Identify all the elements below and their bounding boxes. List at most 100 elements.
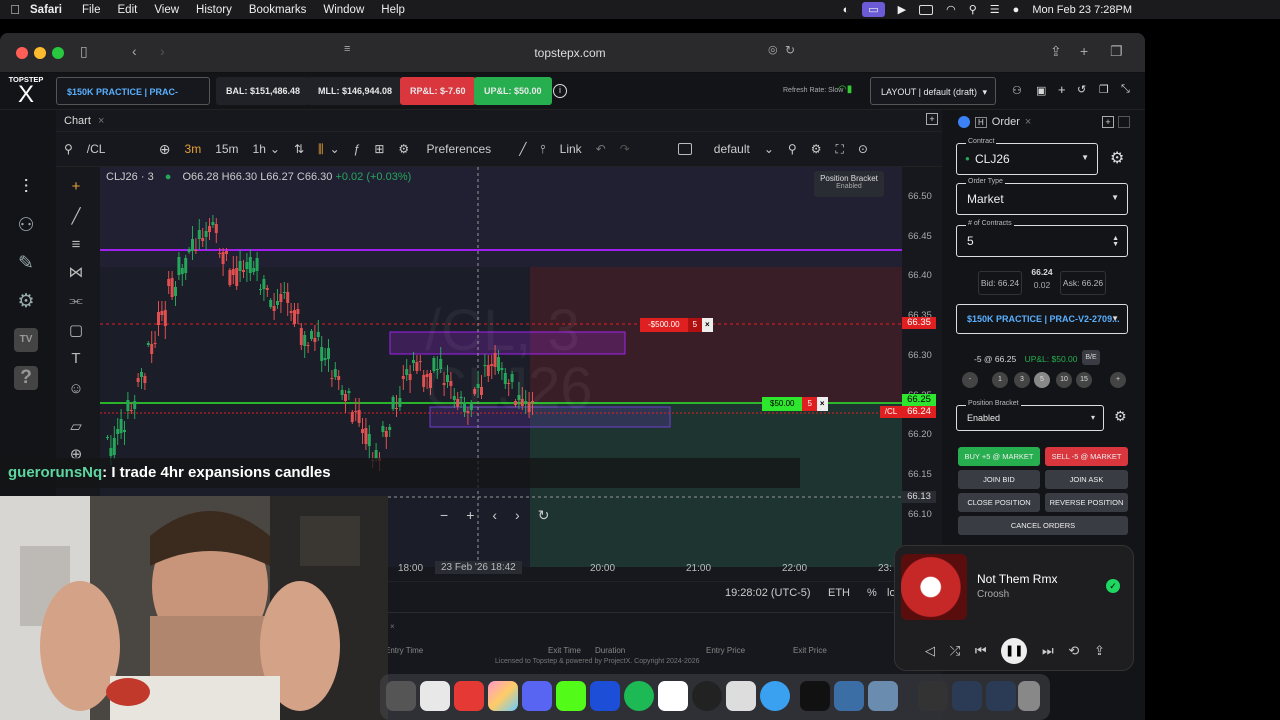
session-toggle[interactable]: ETH: [828, 587, 850, 599]
window-thumbnail[interactable]: [918, 681, 948, 711]
panel-square-icon[interactable]: [1118, 116, 1130, 128]
capcut-icon[interactable]: [658, 681, 688, 711]
close-icon[interactable]: ×: [1025, 116, 1031, 128]
text-tool-icon[interactable]: T: [66, 349, 86, 369]
quick-qty-5[interactable]: 5: [1034, 372, 1050, 388]
menu-file[interactable]: File: [82, 4, 101, 16]
menu-edit[interactable]: Edit: [118, 4, 138, 16]
quick-qty-15[interactable]: 15: [1076, 372, 1092, 388]
siri-icon[interactable]: ●: [1013, 4, 1020, 16]
menu-bookmarks[interactable]: Bookmarks: [249, 4, 307, 16]
menu-history[interactable]: History: [196, 4, 232, 16]
menu-view[interactable]: View: [154, 4, 179, 16]
pattern-tool-icon[interactable]: ⋈: [66, 263, 86, 283]
tools-icon[interactable]: ✎: [14, 252, 38, 276]
trash-icon[interactable]: [1018, 681, 1040, 711]
next-icon[interactable]: ⏭: [1042, 643, 1054, 659]
add-panel-icon[interactable]: +: [926, 113, 938, 125]
sidebar-icon[interactable]: ▯: [80, 43, 88, 60]
quick-qty-1[interactable]: 1: [992, 372, 1008, 388]
finder-icon[interactable]: [386, 681, 416, 711]
zoom-out-icon[interactable]: −: [440, 507, 448, 524]
new-tab-icon[interactable]: +: [1080, 43, 1088, 59]
epic-games-icon[interactable]: [800, 681, 830, 711]
zoom-window-button[interactable]: [52, 47, 64, 59]
quick-qty-minus[interactable]: -: [962, 372, 978, 388]
bid-price[interactable]: Bid: 66.24: [978, 271, 1022, 295]
address-bar[interactable]: topstepx.com: [340, 43, 800, 63]
play-icon[interactable]: ▶: [898, 3, 906, 16]
screen-share-icon[interactable]: ▭: [862, 2, 885, 17]
gear-icon[interactable]: ⚙: [811, 142, 822, 156]
popout-icon[interactable]: ❐: [1099, 83, 1109, 96]
obs-icon[interactable]: [692, 681, 722, 711]
cancel-orders-button[interactable]: CANCEL ORDERS: [958, 516, 1128, 535]
pause-icon[interactable]: ❚❚: [1001, 638, 1028, 664]
discord-icon[interactable]: [522, 681, 552, 711]
redo-icon[interactable]: ↷: [620, 142, 630, 156]
alert-icon[interactable]: ⚇: [1012, 84, 1022, 97]
add-widget-icon[interactable]: +: [1058, 82, 1066, 97]
stop-order-tag[interactable]: -$500.00 5 ×: [640, 318, 713, 332]
shuffle-icon[interactable]: ⤮: [950, 643, 960, 659]
target-order-tag[interactable]: $50.00 5 ×: [762, 397, 828, 411]
position-bracket-selector[interactable]: Position Bracket Enabled ▾: [956, 400, 1104, 431]
breakeven-button[interactable]: B/E: [1082, 350, 1100, 365]
interval-3m[interactable]: 3m: [185, 142, 202, 156]
horizontal-lines-icon[interactable]: ≡: [66, 235, 86, 255]
settings-icon[interactable]: ⚙: [14, 290, 38, 314]
search-icon[interactable]: ⚲: [788, 142, 797, 156]
fullscreen-icon[interactable]: ⛶: [835, 142, 843, 157]
previous-icon[interactable]: ⏮: [975, 643, 987, 659]
contracts-stepper[interactable]: # of Contracts 5 ▲ ▼: [956, 220, 1128, 257]
position-bracket-indicator[interactable]: Position Bracket Enabled: [814, 171, 884, 197]
reverse-position-button[interactable]: REVERSE POSITION: [1045, 493, 1128, 512]
info-icon[interactable]: i: [553, 84, 567, 98]
account-selector[interactable]: $150K PRACTICE | PRAC-V2-... ▾: [56, 77, 210, 125]
interval-15m[interactable]: 15m: [215, 142, 238, 156]
quick-qty-plus[interactable]: +: [1110, 372, 1126, 388]
share-icon[interactable]: ⇪: [1050, 43, 1062, 60]
close-icon[interactable]: ×: [98, 115, 104, 127]
compare-icon[interactable]: ⇅: [294, 142, 304, 156]
back-icon[interactable]: ‹: [132, 43, 137, 59]
menu-window[interactable]: Window: [323, 4, 364, 16]
interval-1h[interactable]: 1h: [253, 142, 266, 156]
app-icon[interactable]: [834, 681, 864, 711]
close-position-button[interactable]: CLOSE POSITION: [958, 493, 1040, 512]
add-panel-icon[interactable]: +: [1102, 116, 1114, 128]
wifi-icon[interactable]: ◠: [946, 3, 956, 16]
scheduler-icon[interactable]: [454, 681, 484, 711]
fork-icon[interactable]: ⫯: [540, 142, 545, 157]
save-icon[interactable]: ▣: [1036, 84, 1046, 97]
reset-chart-icon[interactable]: ↻: [538, 507, 550, 524]
menu-app-name[interactable]: Safari: [30, 4, 62, 16]
chart-icon[interactable]: ⫶: [14, 176, 38, 200]
chart-tab[interactable]: Chart × +: [56, 110, 942, 132]
chevron-down-icon[interactable]: ⌄: [270, 142, 280, 156]
notes-icon[interactable]: [420, 681, 450, 711]
window-thumbnail[interactable]: [952, 681, 982, 711]
chevron-down-icon[interactable]: ⌄: [330, 142, 340, 156]
spotify-icon[interactable]: [624, 681, 654, 711]
community-icon[interactable]: ⚇: [14, 214, 38, 238]
help-icon[interactable]: ?: [14, 366, 38, 390]
undo-layout-icon[interactable]: ↺: [1077, 83, 1086, 96]
scroll-right-icon[interactable]: ›: [515, 507, 520, 524]
percent-toggle[interactable]: %: [867, 587, 877, 599]
repeat-icon[interactable]: ⟲: [1068, 643, 1079, 659]
apple-icon[interactable]: : [0, 2, 30, 17]
privacy-icon[interactable]: ◎: [768, 43, 778, 56]
reload-icon[interactable]: ↻: [785, 43, 795, 57]
trendline-tool-icon[interactable]: ╱: [66, 207, 86, 227]
cancel-target-icon[interactable]: ×: [816, 397, 828, 411]
candles-icon[interactable]: ⫼: [318, 142, 324, 157]
screenshot-icon[interactable]: [726, 681, 756, 711]
forward-icon[interactable]: ›: [160, 43, 165, 59]
col-entry-time[interactable]: Entry Time: [385, 646, 423, 655]
safari-icon[interactable]: [760, 681, 790, 711]
tab-overview-icon[interactable]: ❐: [1110, 43, 1123, 60]
volume-icon[interactable]: ◁: [925, 643, 935, 659]
link-button[interactable]: Link: [560, 142, 582, 156]
control-center-icon[interactable]: ☰: [990, 3, 1000, 16]
